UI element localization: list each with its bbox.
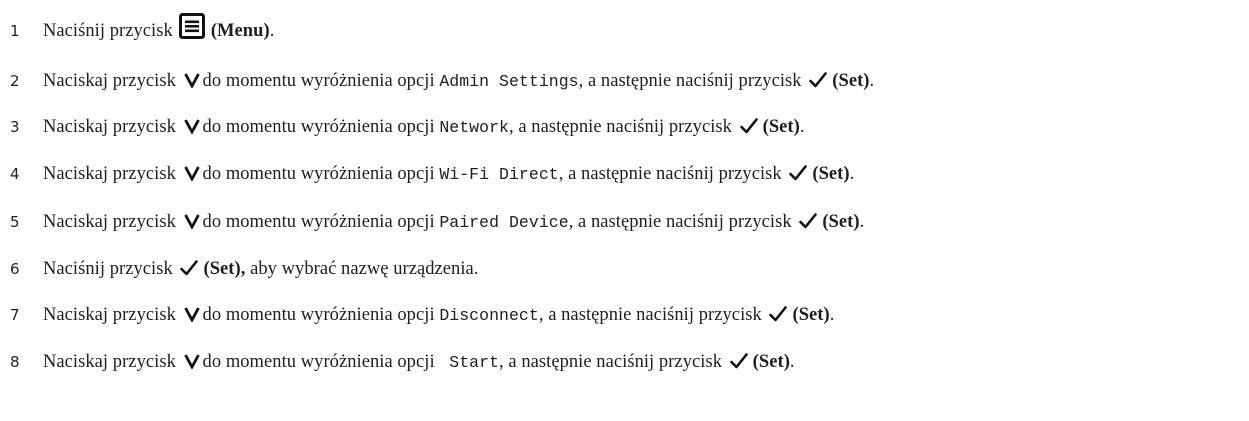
chevron-down-icon: [183, 72, 200, 88]
check-icon: [769, 305, 788, 322]
instruction-text: .: [859, 212, 865, 232]
instruction-text: .: [849, 164, 855, 184]
instruction-text: , a następnie naciśnij przycisk: [578, 71, 807, 91]
step-4: 4 Naciskaj przycisk do momentu wyróżnien…: [0, 159, 1249, 189]
instruction-text: .: [869, 71, 875, 91]
instruction-text: .: [829, 305, 835, 325]
instruction-text: .: [789, 352, 795, 372]
step-6: 6 Naciśnij przycisk (Set), aby wybrać na…: [0, 254, 1249, 284]
step-number: 4: [10, 165, 20, 183]
instruction-text: , a następnie naciśnij przycisk: [499, 352, 727, 372]
chevron-down-icon: [183, 213, 200, 229]
instruction-text: do momentu wyróżnienia opcji: [202, 117, 440, 137]
check-icon: [739, 117, 758, 134]
step-text: Naciskaj przycisk do momentu wyróżnienia…: [43, 207, 864, 238]
button-label: (Menu): [210, 21, 270, 41]
instruction-text: Naciskaj przycisk: [43, 71, 181, 91]
step-8: 8 Naciskaj przycisk do momentu wyróżnien…: [0, 347, 1249, 377]
step-1: 1 Naciśnij przycisk (Menu).: [0, 12, 1249, 46]
check-icon: [809, 71, 828, 88]
menu-option-name: Admin Settings: [439, 72, 579, 91]
chevron-down-icon: [183, 306, 200, 322]
instruction-text: Naciśnij przycisk: [43, 259, 178, 279]
instruction-text: do momentu wyróżnienia opcji: [202, 305, 440, 325]
check-icon: [729, 352, 748, 369]
button-label: (Set): [792, 305, 830, 325]
step-text: Naciskaj przycisk do momentu wyróżnienia…: [43, 300, 834, 331]
instruction-text: .: [799, 117, 805, 137]
step-5: 5 Naciskaj przycisk do momentu wyróżnien…: [0, 207, 1249, 237]
menu-option-name: Disconnect: [439, 306, 539, 325]
instruction-text: Naciskaj przycisk: [43, 117, 181, 137]
chevron-down-icon: [183, 118, 200, 134]
step-text: Naciskaj przycisk do momentu wyróżnienia…: [43, 112, 805, 143]
menu-option-name: Paired Device: [439, 213, 569, 232]
step-number: 8: [10, 353, 20, 371]
menu-icon: [178, 12, 205, 39]
button-label: (Set): [812, 164, 850, 184]
step-number: 6: [10, 260, 20, 278]
instruction-text: , a następnie naciśnij przycisk: [568, 212, 797, 232]
instruction-text: Naciskaj przycisk: [43, 305, 181, 325]
instruction-text: .: [269, 21, 275, 41]
button-label: (Set),: [203, 259, 246, 279]
step-text: Naciskaj przycisk do momentu wyróżnienia…: [43, 347, 795, 378]
check-icon: [789, 164, 808, 181]
step-text: Naciskaj przycisk do momentu wyróżnienia…: [43, 159, 854, 190]
instruction-text: , a następnie naciśnij przycisk: [538, 305, 767, 325]
instruction-steps: 1 Naciśnij przycisk (Menu). 2 Naciskaj pr…: [0, 0, 1249, 421]
instruction-text: , a następnie naciśnij przycisk: [558, 164, 787, 184]
instruction-text: Naciskaj przycisk: [43, 352, 181, 372]
step-text: Naciskaj przycisk do momentu wyróżnienia…: [43, 66, 874, 97]
check-icon: [180, 259, 199, 276]
menu-option-name: Wi-Fi Direct: [439, 165, 559, 184]
step-text: Naciśnij przycisk (Menu).: [43, 12, 275, 46]
menu-option-name: Network: [439, 118, 509, 137]
chevron-down-icon: [183, 353, 200, 369]
button-label: (Set): [822, 212, 860, 232]
chevron-down-icon: [183, 165, 200, 181]
menu-option-name: Start: [439, 353, 500, 372]
step-3: 3 Naciskaj przycisk do momentu wyróżnien…: [0, 112, 1249, 142]
step-7: 7 Naciskaj przycisk do momentu wyróżnien…: [0, 300, 1249, 330]
step-number: 1: [10, 22, 20, 40]
instruction-text: , a następnie naciśnij przycisk: [508, 117, 737, 137]
step-2: 2 Naciskaj przycisk do momentu wyróżnien…: [0, 66, 1249, 96]
check-icon: [799, 212, 818, 229]
instruction-text: do momentu wyróżnienia opcji: [202, 164, 440, 184]
instruction-text: Naciskaj przycisk: [43, 164, 181, 184]
instruction-text: do momentu wyróżnienia opcji: [202, 352, 440, 372]
step-number: 7: [10, 306, 20, 324]
instruction-text: aby wybrać nazwę urządzenia.: [245, 259, 479, 279]
step-number: 5: [10, 213, 20, 231]
instruction-text: Naciśnij przycisk: [43, 21, 173, 41]
instruction-text: Naciskaj przycisk: [43, 212, 181, 232]
step-number: 2: [10, 72, 20, 90]
button-label: (Set): [752, 352, 790, 372]
step-text: Naciśnij przycisk (Set), aby wybrać nazw…: [43, 254, 479, 284]
button-label: (Set): [832, 71, 870, 91]
instruction-text: do momentu wyróżnienia opcji: [202, 71, 440, 91]
button-label: (Set): [762, 117, 800, 137]
step-number: 3: [10, 118, 20, 136]
instruction-text: do momentu wyróżnienia opcji: [202, 212, 440, 232]
